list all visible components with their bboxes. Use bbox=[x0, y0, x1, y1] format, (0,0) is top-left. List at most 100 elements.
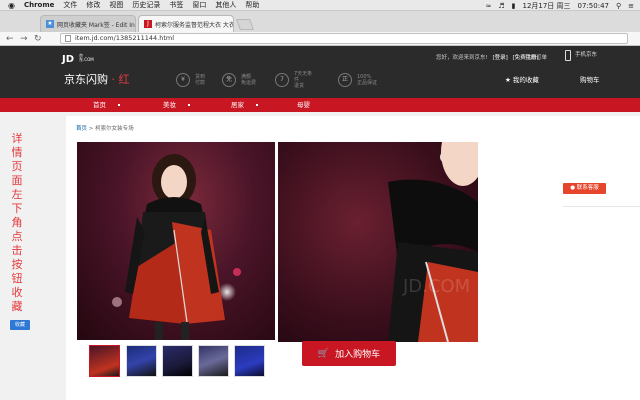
greeting-text: 您好，欢迎来到京东! bbox=[436, 55, 488, 61]
tab-bookmarks[interactable]: ★ 网页收藏夹 Mark签 - Edit In... ✕ bbox=[40, 15, 136, 32]
tab-strip: ★ 网页收藏夹 Mark签 - Edit In... ✕ J 柯索尔服务监督范程… bbox=[0, 11, 640, 32]
model-illustration bbox=[112, 154, 241, 340]
flash-title-suffix: · 红 bbox=[111, 73, 130, 86]
seven-day-icon: 7 bbox=[275, 73, 289, 87]
jd-header: JD 京东.COM 京东闪购 · 红 ¥ 货到 付款 免 满额 免运费 7 7天无条… bbox=[0, 46, 640, 98]
back-icon[interactable]: ← bbox=[6, 33, 14, 45]
nav-baby[interactable]: 母婴 bbox=[297, 98, 310, 112]
forward-icon[interactable]: → bbox=[20, 33, 28, 45]
thumbnail-4[interactable] bbox=[198, 345, 229, 377]
nav-separator bbox=[256, 104, 258, 106]
nav-home-living[interactable]: 居家 bbox=[231, 98, 244, 112]
page-icon bbox=[65, 35, 71, 42]
volume-icon[interactable]: ♬ bbox=[498, 2, 504, 10]
flash-sale-title: 京东闪购 · 红 bbox=[64, 71, 130, 87]
feature-line: 退货 bbox=[294, 83, 305, 89]
free-icon: 免 bbox=[222, 73, 236, 87]
contact-service-button[interactable]: ● 联系客服 bbox=[563, 183, 606, 194]
product-main-photo[interactable] bbox=[77, 142, 275, 340]
thumbnail-image bbox=[199, 346, 228, 376]
list-icon[interactable]: ≡ bbox=[628, 2, 634, 10]
menu-history[interactable]: 历史记录 bbox=[132, 0, 160, 10]
login-link[interactable]: [登录] bbox=[492, 55, 507, 61]
star-icon: ★ bbox=[505, 76, 511, 84]
status-area: ≈ ♬ ▮ 12月17日 周三 07:50:47 ⚲ ≡ bbox=[485, 0, 634, 11]
menu-people[interactable]: 其他人 bbox=[215, 0, 236, 10]
my-favorites-label: 我的收藏 bbox=[512, 76, 539, 84]
battery-icon[interactable]: ▮ bbox=[512, 2, 516, 10]
thumbnail-image bbox=[90, 346, 119, 376]
jd-logo[interactable]: JD 京东.COM bbox=[62, 54, 94, 68]
my-favorites-link[interactable]: ★ 我的收藏 bbox=[505, 74, 539, 84]
tab-jd-product[interactable]: J 柯索尔服务监督范程大衣 大衣 ✕ bbox=[138, 15, 234, 32]
nav-separator bbox=[188, 104, 190, 106]
date-label[interactable]: 12月17日 周三 bbox=[522, 1, 570, 11]
thumbnail-3[interactable] bbox=[162, 345, 193, 377]
phone-icon bbox=[565, 50, 571, 61]
tab-title: 柯索尔服务监督范程大衣 大衣 bbox=[155, 21, 234, 29]
mobile-jd-label: 手机京东 bbox=[575, 52, 598, 58]
menu-window[interactable]: 窗口 bbox=[192, 0, 206, 10]
category-nav: 首页 美妆 居家 母婴 bbox=[0, 98, 640, 112]
page-viewport: JD 京东.COM 京东闪购 · 红 ¥ 货到 付款 免 满额 免运费 7 7天无条… bbox=[0, 46, 640, 400]
breadcrumb-rest[interactable]: > 柯索尔女装专场 bbox=[87, 126, 134, 132]
breadcrumb: 首页 > 柯索尔女装专场 bbox=[76, 124, 134, 132]
thumbnail-1[interactable] bbox=[89, 345, 120, 377]
search-icon[interactable]: ⚲ bbox=[616, 2, 621, 10]
thumbnail-5[interactable] bbox=[234, 345, 265, 377]
favorite-hint-text: 详情页面左下角点击按钮收藏 bbox=[11, 132, 23, 313]
jd-icon: J bbox=[144, 20, 152, 28]
tab-title: 网页收藏夹 Mark签 - Edit In... bbox=[57, 21, 136, 29]
svg-text:JD.COM: JD.COM bbox=[402, 276, 470, 297]
favorite-button[interactable]: 收藏 bbox=[10, 320, 30, 330]
feature-free-shipping: 免 满额 免运费 bbox=[222, 70, 263, 90]
logo-subtext: 京东.COM bbox=[79, 53, 94, 62]
detail-illustration: JD.COM bbox=[388, 142, 478, 342]
cart-link[interactable]: 购物车 bbox=[580, 74, 600, 84]
menu-file[interactable]: 文件 bbox=[63, 0, 77, 10]
my-orders-link[interactable]: 我的订单 bbox=[525, 53, 547, 61]
feature-line: 免运费 bbox=[241, 80, 257, 86]
cart-icon: 🛒 bbox=[317, 348, 330, 359]
logo-text: JD bbox=[62, 54, 75, 65]
address-bar[interactable]: item.jd.com/1385211144.html bbox=[60, 33, 628, 44]
feature-returns: 7 7天无条件 退货 bbox=[275, 70, 316, 90]
app-menu[interactable]: Chrome bbox=[24, 1, 54, 9]
mac-menubar: ◉ Chrome 文件 修改 视图 历史记录 书签 窗口 其他人 帮助 ≈ ♬ … bbox=[0, 0, 640, 11]
add-to-cart-button[interactable]: 🛒 加入购物车 bbox=[302, 341, 396, 366]
chat-icon: ● bbox=[570, 185, 576, 191]
yen-icon: ¥ bbox=[176, 73, 190, 87]
apple-icon[interactable]: ◉ bbox=[8, 1, 15, 10]
feature-line: 7天无条件 bbox=[294, 71, 313, 83]
new-tab-button[interactable] bbox=[235, 19, 255, 30]
product-detail-photo[interactable]: JD.COM bbox=[278, 142, 478, 342]
thumbnail-2[interactable] bbox=[126, 345, 157, 377]
genuine-icon: 正 bbox=[338, 73, 352, 87]
browser-toolbar: ← → ↻ item.jd.com/1385211144.html bbox=[0, 32, 640, 46]
nav-home[interactable]: 首页 bbox=[93, 98, 106, 112]
menu-bookmarks[interactable]: 书签 bbox=[169, 0, 183, 10]
menu-edit[interactable]: 修改 bbox=[86, 0, 100, 10]
nav-separator bbox=[118, 104, 120, 106]
contact-label: 联系客服 bbox=[576, 185, 599, 191]
thumbnail-image bbox=[127, 346, 156, 376]
time-label[interactable]: 07:50:47 bbox=[578, 2, 609, 10]
feature-line: 正品保证 bbox=[357, 80, 378, 86]
menu-help[interactable]: 帮助 bbox=[245, 0, 259, 10]
nav-beauty[interactable]: 美妆 bbox=[163, 98, 176, 112]
url-text: item.jd.com/1385211144.html bbox=[75, 34, 175, 42]
add-to-cart-label: 加入购物车 bbox=[335, 350, 381, 360]
side-divider bbox=[563, 206, 640, 207]
feature-genuine: 正 100% 正品保证 bbox=[338, 70, 379, 90]
reload-icon[interactable]: ↻ bbox=[34, 33, 42, 45]
menu-view[interactable]: 视图 bbox=[109, 0, 123, 10]
wifi-icon[interactable]: ≈ bbox=[485, 2, 491, 10]
thumbnail-image bbox=[163, 346, 192, 376]
breadcrumb-home[interactable]: 首页 bbox=[76, 126, 87, 132]
thumbnail-image bbox=[235, 346, 264, 376]
mobile-jd-link[interactable]: 手机京东 bbox=[565, 50, 598, 61]
feature-line: 付款 bbox=[195, 80, 206, 86]
feature-cod: ¥ 货到 付款 bbox=[176, 70, 217, 90]
bookmark-icon: ★ bbox=[46, 20, 54, 28]
flash-title-text: 京东闪购 bbox=[64, 73, 108, 86]
